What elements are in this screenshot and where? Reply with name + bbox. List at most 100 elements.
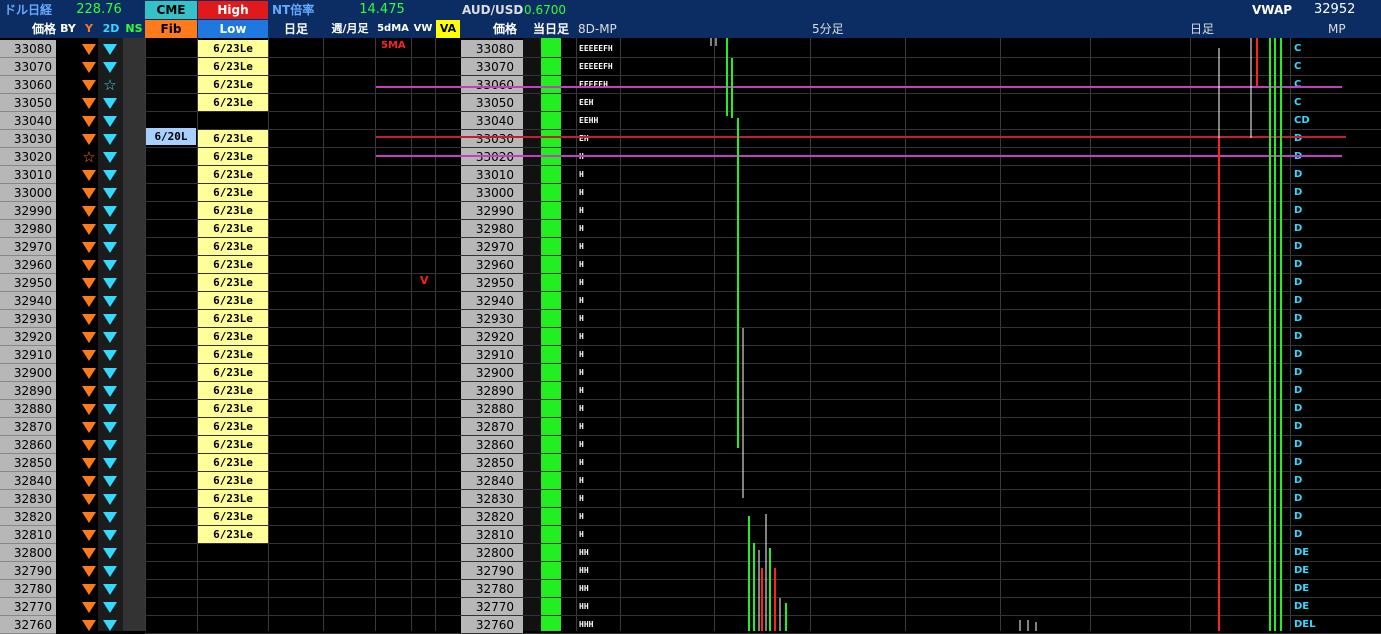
price-cell: 32800 (0, 544, 56, 562)
price-ladder: 33080 6/23Le 33080 EEEEEFH C 33070 6/23Le 33070… (0, 38, 1381, 634)
price-row: 32950 6/23Le 32950 H D (0, 274, 1381, 292)
price-row: 32880 6/23Le 32880 H D (0, 400, 1381, 418)
mp-letters: D (1294, 148, 1302, 166)
low-button[interactable]: Low (198, 20, 268, 38)
low-cell: 6/23Le (198, 454, 268, 471)
8d-mp-letters: EEHH (579, 116, 599, 125)
ns-header: NS (125, 22, 143, 35)
mp-letters: DE (1294, 547, 1310, 558)
low-cell: 6/23Le (198, 526, 268, 543)
down-triangle-icon (82, 458, 96, 469)
8d-mp-letters: H (579, 242, 584, 251)
mp-letters: C (1294, 43, 1302, 54)
low-cell: 6/23Le (198, 148, 268, 165)
low-cell: 6/23Le (198, 274, 268, 291)
mp-letters: D (1294, 331, 1303, 342)
price-cell: 32940 (0, 292, 56, 310)
low-cell: 6/23Le (198, 130, 268, 147)
down-triangle-icon (82, 512, 96, 523)
price-row: 33060 ☆ 6/23Le 33060 EEEEEH C (0, 76, 1381, 94)
8d-mp-letters: EH (579, 134, 589, 143)
price-row: 32800 32800 HH DE (0, 544, 1381, 562)
8d-mp-letters: H (579, 350, 584, 359)
price-row: 32850 6/23Le 32850 H D (0, 454, 1381, 472)
low-cell: 6/23Le (198, 256, 268, 273)
8d-mp-letters: HH (579, 602, 589, 611)
down-triangle-icon (103, 566, 117, 577)
8d-mp-header: 8D-MP (578, 22, 617, 36)
by-header: BY (60, 22, 76, 35)
price-cell: 32980 (0, 220, 56, 238)
mp-letters: DE (1294, 601, 1310, 612)
down-triangle-icon (82, 242, 96, 253)
price-row: 33070 6/23Le 33070 EEEEEFH C (0, 58, 1381, 76)
low-cell: 6/23Le (198, 328, 268, 345)
down-triangle-icon (82, 260, 96, 271)
price-row: 33040 33040 EEHH CD (0, 112, 1381, 130)
low-cell: 6/23Le (198, 436, 268, 453)
mp-letters: D (1294, 457, 1303, 468)
down-triangle-icon (103, 242, 117, 253)
price-cell: 33050 (0, 94, 56, 112)
down-triangle-icon (103, 134, 117, 145)
price-cell: 33060 (0, 76, 56, 94)
fib-6-20-marker: 6/20L (146, 128, 196, 145)
price-row: 32940 6/23Le 32940 H D (0, 292, 1381, 310)
8d-mp-letters: H (579, 188, 584, 197)
price-cell-2: 32930 (461, 310, 523, 328)
down-triangle-icon (103, 620, 117, 631)
today-header: 当日足 (532, 22, 569, 36)
low-cell: 6/23Le (198, 382, 268, 399)
down-triangle-icon (82, 422, 96, 433)
mp-letters: D (1294, 313, 1303, 324)
price-cell-2: 33080 (461, 40, 523, 58)
mp-letters: D (1294, 223, 1303, 234)
price-cell-2: 32820 (461, 508, 523, 526)
down-triangle-icon (103, 422, 117, 433)
5min-header: 5分足 (812, 22, 844, 36)
8d-mp-letters: H (579, 512, 584, 521)
low-cell: 6/23Le (198, 220, 268, 237)
8d-mp-letters: HHH (579, 620, 594, 629)
high-button[interactable]: High (198, 1, 268, 19)
5dma-header: 5dMA (377, 23, 409, 34)
price-cell-2: 32990 (461, 202, 523, 220)
mp-letters: D (1294, 493, 1303, 504)
low-cell: 6/23Le (198, 418, 268, 435)
down-triangle-icon (82, 134, 96, 145)
8d-mp-letters: H (579, 260, 584, 269)
down-triangle-icon (103, 476, 117, 487)
price-cell: 32760 (0, 616, 56, 634)
price-cell: 33000 (0, 184, 56, 202)
mp-letters: CD (1294, 115, 1310, 126)
purple-level-line-1 (376, 86, 1342, 88)
low-cell: 6/23Le (198, 364, 268, 381)
vw-header: VW (413, 23, 433, 34)
price-row: 32990 6/23Le 32990 H D (0, 202, 1381, 220)
price-cell: 32840 (0, 472, 56, 490)
price-header: 価格 (31, 22, 56, 36)
price-cell: 33010 (0, 166, 56, 184)
8d-mp-letters: H (579, 314, 584, 323)
cme-button[interactable]: CME (145, 1, 197, 19)
low-cell: 6/23Le (198, 94, 268, 111)
price-cell: 32810 (0, 526, 56, 544)
2d-header: 2D (102, 22, 120, 35)
mp-letters: D (1294, 295, 1303, 306)
mp-letters: D (1294, 421, 1303, 432)
low-cell: 6/23Le (198, 58, 268, 75)
price-cell-2: 32860 (461, 436, 523, 454)
fib-button[interactable]: Fib (145, 20, 197, 38)
price-cell-2: 32960 (461, 256, 523, 274)
dollar-nikkei-label: ドル日経 (4, 3, 53, 17)
8d-mp-letters: H (579, 458, 584, 467)
down-triangle-icon (103, 602, 117, 613)
price-row: 32980 6/23Le 32980 H D (0, 220, 1381, 238)
va-header: VA (436, 20, 460, 38)
price-cell-2: 33010 (461, 166, 523, 184)
price-cell-2: 33000 (461, 184, 523, 202)
price-row: 32900 6/23Le 32900 H D (0, 364, 1381, 382)
mp-header: MP (1328, 22, 1346, 36)
down-triangle-icon (103, 278, 117, 289)
down-triangle-icon (103, 386, 117, 397)
